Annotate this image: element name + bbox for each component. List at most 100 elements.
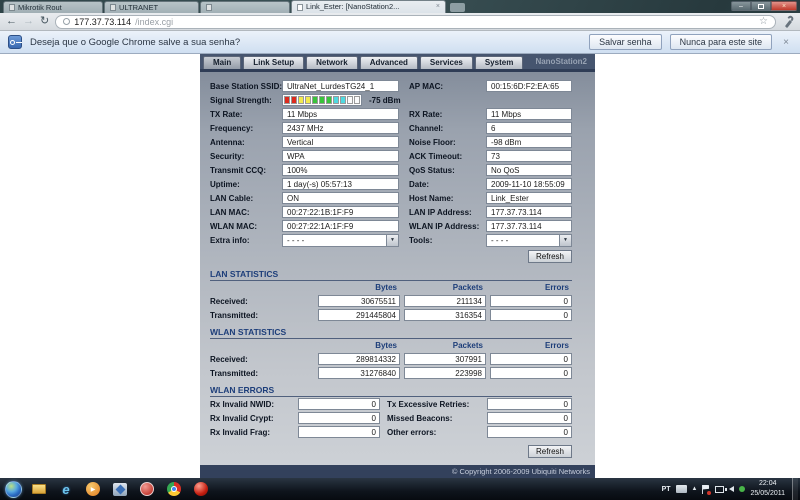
tab-advanced[interactable]: Advanced <box>360 56 418 69</box>
tray-expand-icon[interactable]: ▲ <box>692 486 698 492</box>
row-ccq-qos: Transmit CCQ: 100% QoS Status: No QoS <box>210 163 572 177</box>
tab-main[interactable]: Main <box>203 56 241 69</box>
row-security-ack: Security: WPA ACK Timeout: 73 <box>210 149 572 163</box>
reload-icon[interactable]: ↻ <box>40 16 49 27</box>
browser-tab-1[interactable]: Mikrotik Rout <box>3 1 103 13</box>
tab-title: Link_Ester: [NanoStation2... <box>306 1 399 13</box>
chrome-taskbar-icon[interactable] <box>164 480 184 498</box>
lan-tx-errors: 0 <box>490 309 572 321</box>
forward-icon[interactable]: → <box>23 16 34 27</box>
browser-tab-2[interactable]: ULTRANET <box>104 1 199 13</box>
tab-system[interactable]: System <box>475 56 523 69</box>
tab-title: ULTRANET <box>119 2 158 14</box>
address-bar[interactable]: 177.37.73.114/index.cgi ☆ <box>55 15 776 29</box>
input-lan-mac: 00:27:22:1B:1F:F9 <box>282 206 399 218</box>
speaker-icon[interactable] <box>729 486 734 492</box>
row-label: Transmitted: <box>210 369 314 378</box>
clock-date: 25/05/2011 <box>750 490 785 497</box>
page-viewport: Main Link Setup Network Advanced Service… <box>0 54 800 478</box>
red-circle-icon <box>140 482 154 496</box>
new-tab-button[interactable] <box>450 3 465 12</box>
wlan-transmitted-row: Transmitted: 31276840 223998 0 <box>210 366 572 380</box>
row-uptime-date: Uptime: 1 day(-s) 05:57:13 Date: 2009-11… <box>210 177 572 191</box>
lan-tx-packets: 316354 <box>404 309 486 321</box>
tab-title: Mikrotik Rout <box>18 2 62 14</box>
row-lanmac-lanip: LAN MAC: 00:27:22:1B:1F:F9 LAN IP Addres… <box>210 205 572 219</box>
field-label: RX Rate: <box>399 110 486 119</box>
tab-network[interactable]: Network <box>306 56 358 69</box>
wlan-received-row: Received: 289814332 307991 0 <box>210 352 572 366</box>
internet-explorer-taskbar-icon[interactable]: e <box>56 480 76 498</box>
row-label: Received: <box>210 355 314 364</box>
field-label: Transmit CCQ: <box>210 166 282 175</box>
tab-close-icon[interactable]: × <box>436 1 440 13</box>
red-app-taskbar-icon[interactable] <box>137 480 157 498</box>
wlan-rx-errors: 0 <box>490 353 572 365</box>
infobar-close-icon[interactable]: × <box>780 37 792 48</box>
explorer-taskbar-icon[interactable] <box>29 480 49 498</box>
never-save-button[interactable]: Nunca para este site <box>670 34 773 50</box>
language-indicator[interactable]: PT <box>662 486 671 493</box>
save-password-button[interactable]: Salvar senha <box>589 34 662 50</box>
field-label: Tools: <box>399 236 486 245</box>
signal-block-green <box>312 96 318 104</box>
field-label: TX Rate: <box>210 110 282 119</box>
tools-dropdown[interactable]: - - - - ▼ <box>486 234 572 247</box>
show-desktop-button[interactable] <box>792 478 798 500</box>
extra-info-dropdown[interactable]: - - - - ▼ <box>282 234 399 247</box>
signal-block-yellow <box>305 96 311 104</box>
field-label: QoS Status: <box>399 166 486 175</box>
field-label: Extra info: <box>210 236 282 245</box>
bookmark-star-icon[interactable]: ☆ <box>759 17 768 27</box>
red-orb-taskbar-icon[interactable] <box>191 480 211 498</box>
other-errors: 0 <box>487 426 572 438</box>
column-header: Packets <box>404 283 486 292</box>
chevron-down-icon[interactable]: ▼ <box>559 235 571 246</box>
clock-time: 22:04 <box>759 480 777 487</box>
signal-block-cyan <box>340 96 346 104</box>
virtualbox-taskbar-icon[interactable] <box>110 480 130 498</box>
keyboard-icon[interactable] <box>676 485 687 493</box>
page-favicon <box>206 4 212 11</box>
media-player-taskbar-icon[interactable]: ▶ <box>83 480 103 498</box>
back-icon[interactable]: ← <box>6 16 17 27</box>
tab-services[interactable]: Services <box>420 56 473 69</box>
minimize-button[interactable]: – <box>731 1 751 11</box>
rx-invalid-crypt: 0 <box>298 412 380 424</box>
input-tx-rate: 11 Mbps <box>282 108 399 120</box>
field-label: ACK Timeout: <box>399 152 486 161</box>
page-favicon <box>110 4 116 11</box>
errors-row-2: Rx Invalid Crypt: 0 Missed Beacons: 0 <box>210 411 572 425</box>
taskbar-clock[interactable]: 22:04 25/05/2011 <box>750 479 787 499</box>
key-icon <box>8 35 22 49</box>
password-infobar: Deseja que o Google Chrome salve a sua s… <box>0 31 800 54</box>
tab-link-setup[interactable]: Link Setup <box>243 56 304 69</box>
signal-strength-value: -75 dBm <box>369 96 401 105</box>
start-button[interactable] <box>5 481 22 498</box>
status-dot-icon[interactable] <box>739 486 745 492</box>
field-label: Uptime: <box>210 180 282 189</box>
signal-block-cyan <box>333 96 339 104</box>
maximize-button[interactable] <box>751 1 771 11</box>
row-signal-strength: Signal Strength: -75 dBm <box>210 93 572 107</box>
rx-invalid-frag: 0 <box>298 426 380 438</box>
wrench-menu-icon[interactable] <box>782 16 794 28</box>
browser-tab-active[interactable]: Link_Ester: [NanoStation2... × <box>291 0 446 13</box>
refresh-button-bottom[interactable]: Refresh <box>528 445 572 458</box>
action-center-flag-icon[interactable] <box>702 485 710 494</box>
column-header: Bytes <box>318 283 400 292</box>
window-controls: – × <box>731 1 797 11</box>
chevron-down-icon[interactable]: ▼ <box>386 235 398 246</box>
ie-icon: e <box>62 483 69 496</box>
refresh-button-top[interactable]: Refresh <box>528 250 572 263</box>
input-ap-mac: 00:15:6D:F2:EA:65 <box>486 80 572 92</box>
window-tray-icon[interactable] <box>715 486 724 493</box>
input-qos-status: No QoS <box>486 164 572 176</box>
url-path: /index.cgi <box>135 17 173 27</box>
field-label: Channel: <box>399 124 486 133</box>
input-uptime: 1 day(-s) 05:57:13 <box>282 178 399 190</box>
input-wlan-ip: 177.37.73.114 <box>486 220 572 232</box>
browser-tab-3[interactable] <box>200 1 290 13</box>
close-button[interactable]: × <box>771 1 797 11</box>
folder-icon <box>32 484 46 494</box>
